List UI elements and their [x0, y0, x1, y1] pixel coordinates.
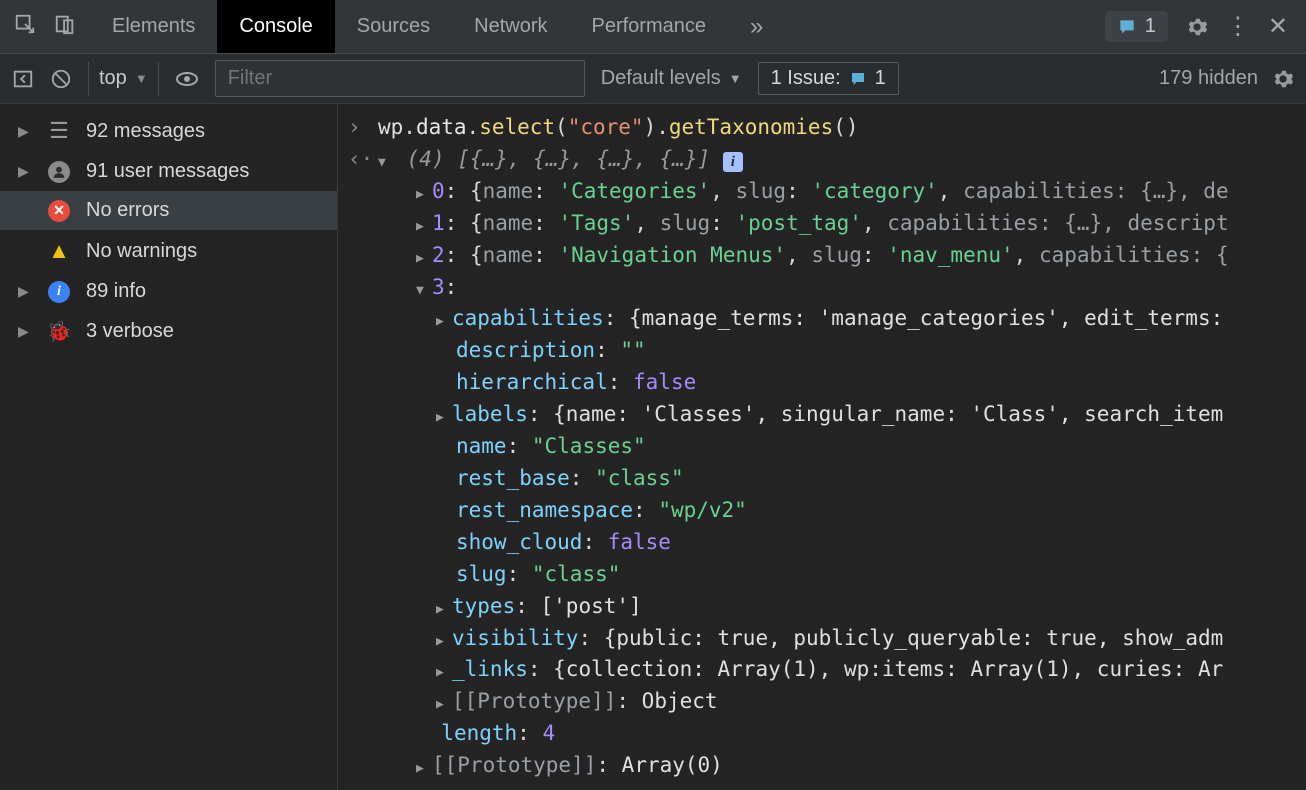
tab-elements[interactable]: Elements	[90, 0, 217, 53]
object-property[interactable]: name: "Classes"	[348, 431, 1306, 463]
tab-network[interactable]: Network	[452, 0, 569, 53]
log-levels-selector[interactable]: Default levels▼	[601, 67, 742, 90]
expand-icon: ▶	[18, 323, 32, 340]
info-icon: i	[46, 281, 72, 303]
devtools-top-bar: Elements Console Sources Network Perform…	[0, 0, 1306, 54]
expand-icon: ▶	[18, 283, 32, 300]
sidebar-item-warnings[interactable]: ▲ No warnings	[0, 230, 337, 272]
object-property[interactable]: ▶_links: {collection: Array(1), wp:items…	[348, 654, 1306, 686]
array-item-expanded[interactable]: ▼3:	[348, 272, 1306, 304]
array-item[interactable]: ▶2: {name: 'Navigation Menus', slug: 'na…	[348, 240, 1306, 272]
console-output: › wp.data.select("core").getTaxonomies()…	[338, 104, 1306, 790]
expand-icon[interactable]: ▶	[416, 249, 432, 269]
object-property[interactable]: show_cloud: false	[348, 527, 1306, 559]
console-result[interactable]: ‹· ▼ (4) [{…}, {…}, {…}, {…}] i	[348, 144, 1306, 176]
object-property[interactable]: rest_base: "class"	[348, 463, 1306, 495]
object-property[interactable]: description: ""	[348, 335, 1306, 367]
sidebar-item-user-messages[interactable]: ▶ 91 user messages	[0, 152, 337, 191]
chat-icon	[849, 70, 867, 88]
object-property[interactable]: ▶[[Prototype]]: Array(0)	[348, 750, 1306, 782]
user-icon	[46, 161, 72, 183]
object-property[interactable]: ▶capabilities: {manage_terms: 'manage_ca…	[348, 303, 1306, 335]
live-expression-icon[interactable]	[175, 67, 199, 91]
tab-performance[interactable]: Performance	[570, 0, 729, 53]
gear-icon[interactable]	[1272, 68, 1294, 90]
object-property[interactable]: rest_namespace: "wp/v2"	[348, 495, 1306, 527]
issue-counter[interactable]: 1 Issue: 1	[758, 62, 899, 95]
console-toolbar: top▼ Default levels▼ 1 Issue: 1 179 hidd…	[0, 54, 1306, 104]
expand-icon[interactable]: ▶	[416, 185, 432, 205]
expand-icon[interactable]: ▶	[436, 312, 452, 332]
expand-icon: ▶	[18, 123, 32, 140]
result-icon: ‹·	[348, 144, 378, 176]
object-property[interactable]: slug: "class"	[348, 559, 1306, 591]
tab-console[interactable]: Console	[217, 0, 334, 53]
expand-icon[interactable]: ▶	[436, 408, 452, 428]
tab-sources[interactable]: Sources	[335, 0, 452, 53]
chat-icon	[1117, 17, 1137, 37]
sidebar-item-messages[interactable]: ▶ ☰ 92 messages	[0, 110, 337, 152]
object-property[interactable]: length: 4	[348, 718, 1306, 750]
sidebar-toggle-icon[interactable]	[12, 68, 34, 90]
expand-icon[interactable]: ▶	[436, 632, 452, 652]
array-item[interactable]: ▶0: {name: 'Categories', slug: 'category…	[348, 176, 1306, 208]
array-item[interactable]: ▶1: {name: 'Tags', slug: 'post_tag', cap…	[348, 208, 1306, 240]
object-property[interactable]: ▶labels: {name: 'Classes', singular_name…	[348, 399, 1306, 431]
object-property[interactable]: ▶types: ['post']	[348, 591, 1306, 623]
device-toggle-icon[interactable]	[54, 13, 76, 41]
hidden-messages[interactable]: 179 hidden	[1159, 67, 1258, 90]
expand-icon[interactable]: ▶	[436, 600, 452, 620]
sidebar-item-verbose[interactable]: ▶ 🐞 3 verbose	[0, 311, 337, 352]
sidebar-item-info[interactable]: ▶ i 89 info	[0, 272, 337, 311]
clear-console-icon[interactable]	[50, 68, 72, 90]
collapse-icon[interactable]: ▼	[378, 153, 394, 173]
warning-icon: ▲	[46, 238, 72, 264]
bug-icon: 🐞	[46, 319, 72, 344]
expand-icon[interactable]: ▶	[416, 759, 432, 779]
object-property[interactable]: hierarchical: false	[348, 367, 1306, 399]
console-sidebar: ▶ ☰ 92 messages ▶ 91 user messages ✕ No …	[0, 104, 338, 790]
expand-icon[interactable]: ▶	[436, 663, 452, 683]
object-property[interactable]: ▶visibility: {public: true, publicly_que…	[348, 623, 1306, 655]
filter-input[interactable]	[215, 60, 585, 97]
execution-context-selector[interactable]: top▼	[88, 62, 159, 96]
console-command[interactable]: › wp.data.select("core").getTaxonomies()	[348, 112, 1306, 144]
gear-icon[interactable]	[1186, 16, 1208, 38]
tabs-overflow[interactable]: »	[728, 0, 785, 53]
expand-icon[interactable]: ▶	[436, 695, 452, 715]
inspect-icon[interactable]	[14, 13, 36, 41]
list-icon: ☰	[46, 118, 72, 144]
info-badge-icon[interactable]: i	[723, 152, 743, 172]
error-icon: ✕	[46, 200, 72, 222]
close-icon[interactable]: ✕	[1268, 12, 1288, 41]
collapse-icon[interactable]: ▼	[416, 281, 432, 301]
issues-indicator[interactable]: 1	[1105, 11, 1168, 42]
kebab-icon[interactable]: ⋮	[1226, 15, 1250, 39]
expand-icon[interactable]: ▶	[416, 217, 432, 237]
expand-icon: ▶	[18, 163, 32, 180]
object-property[interactable]: ▶[[Prototype]]: Object	[348, 686, 1306, 718]
prompt-icon: ›	[348, 112, 378, 144]
sidebar-item-errors[interactable]: ✕ No errors	[0, 191, 337, 230]
